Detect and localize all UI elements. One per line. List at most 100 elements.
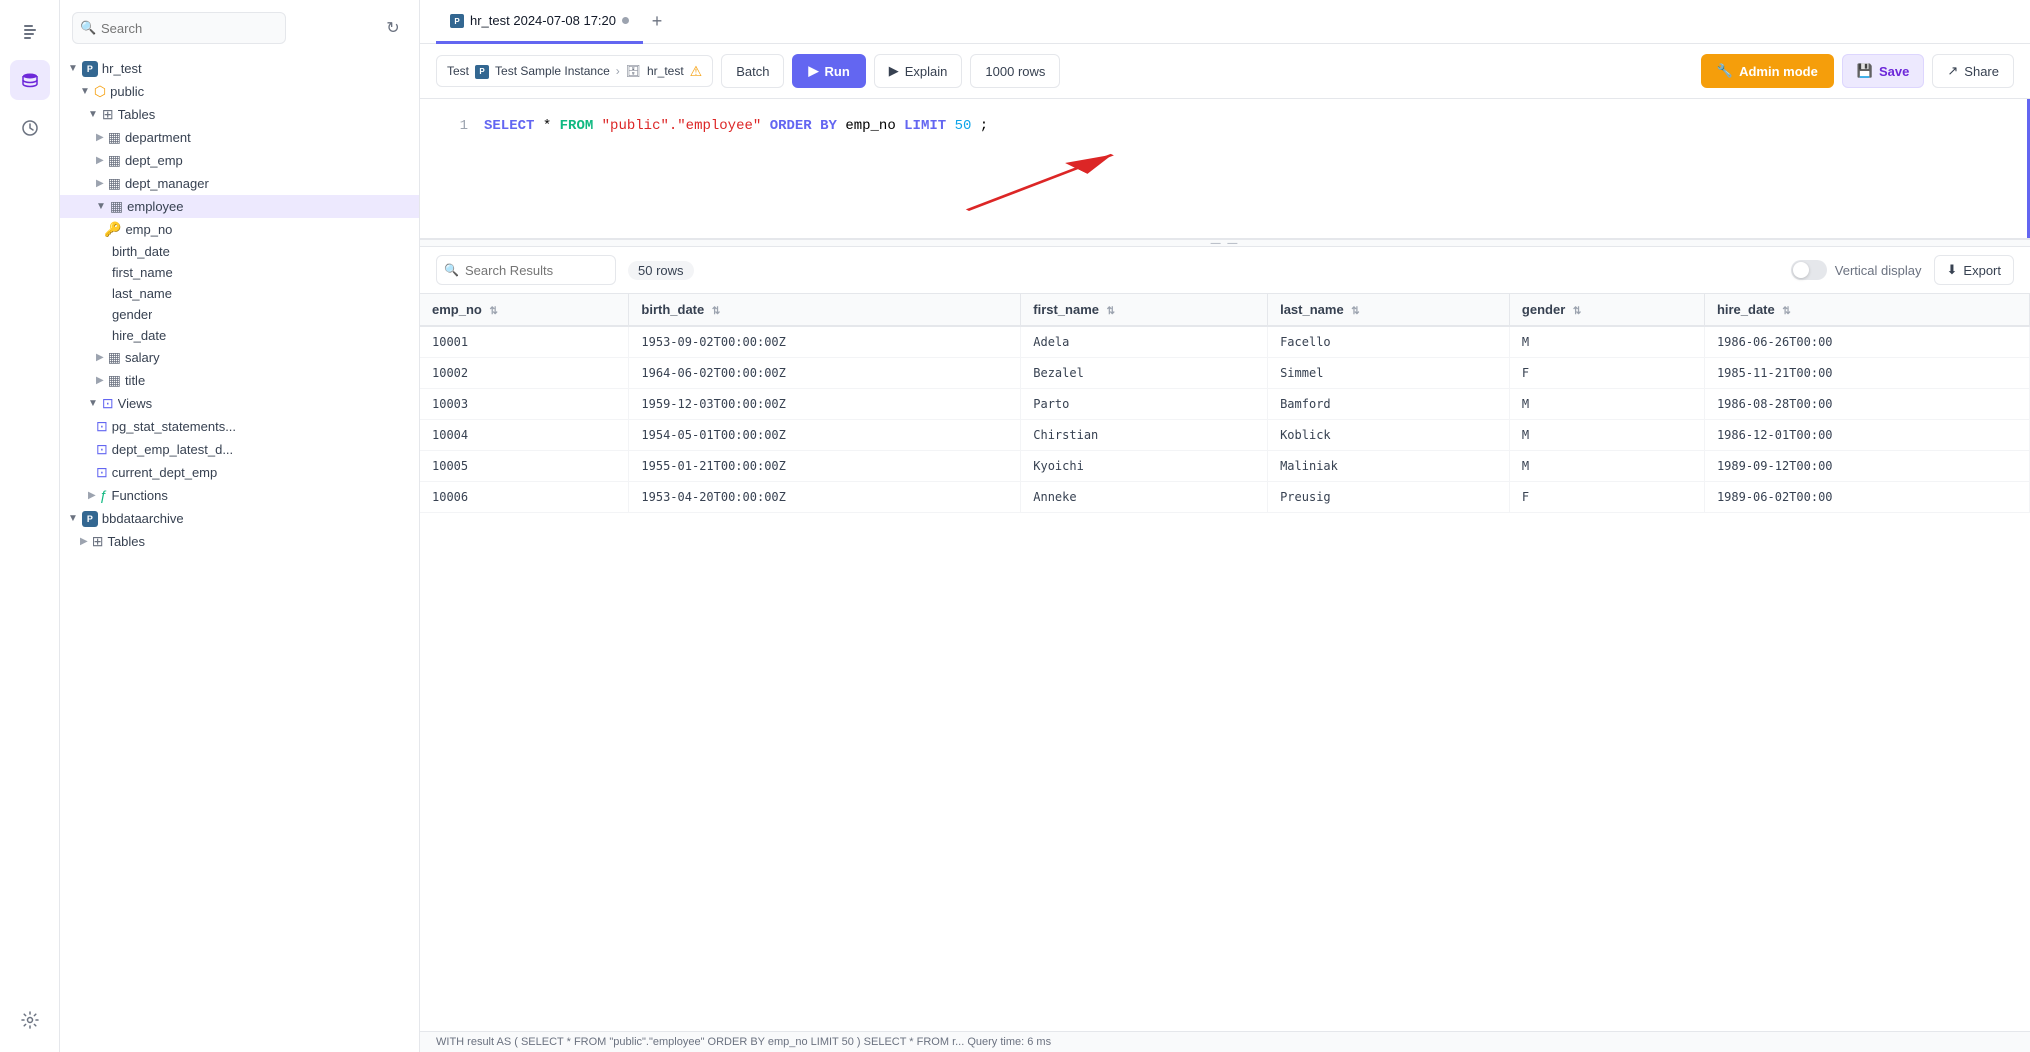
- connection-badge[interactable]: Test P Test Sample Instance › 🗄 hr_test …: [436, 55, 713, 87]
- tree-item-dept-emp[interactable]: ▶ ▦ dept_emp: [60, 149, 419, 172]
- tree-item-tables[interactable]: ▼ ⊞ Tables: [60, 103, 419, 126]
- table-row[interactable]: 100041954-05-01T00:00:00ZChirstianKoblic…: [420, 420, 2030, 451]
- tree-item-birth-date[interactable]: birth_date: [60, 241, 419, 262]
- tree-label-hr-test: hr_test: [102, 61, 142, 76]
- run-button[interactable]: ▶ Run: [792, 54, 865, 88]
- rows-button[interactable]: 1000 rows: [970, 54, 1060, 88]
- table-cell-birth_date: 1964-06-02T00:00:00Z: [629, 358, 1021, 389]
- tree-label-functions: Functions: [112, 488, 168, 503]
- batch-button[interactable]: Batch: [721, 54, 784, 88]
- tree-item-employee[interactable]: ▼ ▦ employee: [60, 195, 419, 218]
- tab-add-button[interactable]: +: [643, 8, 671, 36]
- tree-label-employee: employee: [127, 199, 183, 214]
- table-row[interactable]: 100031959-12-03T00:00:00ZPartoBamfordM19…: [420, 389, 2030, 420]
- view-icon: ⊡: [96, 464, 108, 481]
- tree-item-hr-test[interactable]: ▼ P hr_test: [60, 56, 419, 80]
- save-button[interactable]: 💾 Save: [1842, 54, 1925, 88]
- tree-item-functions[interactable]: ▶ ƒ Functions: [60, 484, 419, 506]
- tree-label-first-name: first_name: [112, 265, 173, 280]
- tab-hr-test[interactable]: P hr_test 2024-07-08 17:20: [436, 0, 643, 44]
- table-row[interactable]: 100021964-06-02T00:00:00ZBezalelSimmelF1…: [420, 358, 2030, 389]
- pg-tab-icon: P: [450, 12, 464, 29]
- tab-label: hr_test 2024-07-08 17:20: [470, 13, 616, 28]
- chevron-down-icon: ▼: [68, 63, 78, 74]
- search-icon: 🔍: [80, 20, 96, 36]
- col-first-name[interactable]: first_name ⇅: [1021, 294, 1268, 326]
- view-folder-icon: ⊡: [102, 395, 114, 412]
- tree-item-pg-stat[interactable]: ⊡ pg_stat_statements...: [60, 415, 419, 438]
- results-table-wrap[interactable]: emp_no ⇅ birth_date ⇅ first_name ⇅ las: [420, 294, 2030, 1031]
- table-icon: ▦: [108, 152, 121, 169]
- chevron-right-icon: ▶: [96, 132, 104, 143]
- tree-item-tables-2[interactable]: ▶ ⊞ Tables: [60, 530, 419, 553]
- tree-label-dept-emp: dept_emp: [125, 153, 183, 168]
- results-area: 🔍 50 rows Vertical display ⬇ Export: [420, 247, 2030, 1052]
- database-icon: P: [82, 59, 98, 77]
- tree-item-current-dept-emp[interactable]: ⊡ current_dept_emp: [60, 461, 419, 484]
- tree-item-views[interactable]: ▼ ⊡ Views: [60, 392, 419, 415]
- tree-item-last-name[interactable]: last_name: [60, 283, 419, 304]
- export-button[interactable]: ⬇ Export: [1934, 255, 2014, 285]
- tree-panel: 🔍 ↻ ▼ P hr_test ▼ ⬡ public ▼ ⊞ Tables: [60, 0, 420, 1052]
- table-cell-last_name: Preusig: [1268, 482, 1510, 513]
- table-cell-hire_date: 1986-08-28T00:00: [1704, 389, 2029, 420]
- sidebar-icon-pages[interactable]: [10, 12, 50, 52]
- status-text: WITH result AS ( SELECT * FROM "public".…: [436, 1036, 1051, 1048]
- chevron-down-icon: ▼: [88, 109, 98, 120]
- table-row[interactable]: 100011953-09-02T00:00:00ZAdelaFacelloM19…: [420, 326, 2030, 358]
- tree-item-public[interactable]: ▼ ⬡ public: [60, 80, 419, 103]
- tree-item-department[interactable]: ▶ ▦ department: [60, 126, 419, 149]
- play-sm-icon: ▶: [889, 63, 899, 79]
- col-emp-no[interactable]: emp_no ⇅: [420, 294, 629, 326]
- chevron-down-icon: ▼: [68, 513, 78, 524]
- sort-icon: ⇅: [712, 306, 720, 317]
- admin-mode-button[interactable]: 🔧 Admin mode: [1701, 54, 1834, 88]
- col-hire-date[interactable]: hire_date ⇅: [1704, 294, 2029, 326]
- vertical-display-toggle[interactable]: [1791, 260, 1827, 280]
- table-icon: ▦: [110, 198, 123, 215]
- sidebar-icon-settings[interactable]: [10, 1000, 50, 1040]
- editor-area[interactable]: 1 SELECT * FROM "public"."employee" ORDE…: [420, 99, 2030, 239]
- refresh-button[interactable]: ↻: [379, 14, 407, 42]
- toggle-knob: [1793, 262, 1809, 278]
- table-cell-gender: M: [1509, 389, 1704, 420]
- tree-label-current-dept-emp: current_dept_emp: [112, 465, 218, 480]
- sidebar-icon-history[interactable]: [10, 108, 50, 148]
- status-bar: WITH result AS ( SELECT * FROM "public".…: [420, 1031, 2030, 1052]
- sort-icon: ⇅: [1107, 306, 1115, 317]
- db-icon: 🗄: [626, 64, 641, 78]
- tree-item-first-name[interactable]: first_name: [60, 262, 419, 283]
- share-button[interactable]: ↗ Share: [1932, 54, 2014, 88]
- tree-item-salary[interactable]: ▶ ▦ salary: [60, 346, 419, 369]
- tree-item-dept-emp-latest[interactable]: ⊡ dept_emp_latest_d...: [60, 438, 419, 461]
- vertical-display-wrap: Vertical display: [1791, 260, 1922, 280]
- database-icon: P: [82, 509, 98, 527]
- table-icon: ▦: [108, 349, 121, 366]
- tree-item-gender[interactable]: gender: [60, 304, 419, 325]
- vertical-display-label: Vertical display: [1835, 263, 1922, 278]
- tab-bar: P hr_test 2024-07-08 17:20 +: [420, 0, 2030, 44]
- col-gender[interactable]: gender ⇅: [1509, 294, 1704, 326]
- explain-button[interactable]: ▶ Explain: [874, 54, 963, 88]
- sidebar-icon-database[interactable]: [10, 60, 50, 100]
- tree-item-hire-date[interactable]: hire_date: [60, 325, 419, 346]
- kw-order: ORDER BY: [770, 118, 837, 134]
- tree-label-hire-date: hire_date: [112, 328, 166, 343]
- table-row[interactable]: 100051955-01-21T00:00:00ZKyoichiMaliniak…: [420, 451, 2030, 482]
- chevron-down-icon: ▼: [88, 398, 98, 409]
- tree-label-tables-2: Tables: [107, 534, 145, 549]
- tree-item-dept-manager[interactable]: ▶ ▦ dept_manager: [60, 172, 419, 195]
- tree-item-title[interactable]: ▶ ▦ title: [60, 369, 419, 392]
- table-cell-birth_date: 1959-12-03T00:00:00Z: [629, 389, 1021, 420]
- table-row[interactable]: 100061953-04-20T00:00:00ZAnnekePreusigF1…: [420, 482, 2030, 513]
- table-cell-gender: M: [1509, 420, 1704, 451]
- col-birth-date[interactable]: birth_date ⇅: [629, 294, 1021, 326]
- tree-item-bbdataarchive[interactable]: ▼ P bbdataarchive: [60, 506, 419, 530]
- col-last-name[interactable]: last_name ⇅: [1268, 294, 1510, 326]
- tree-search-input[interactable]: [72, 12, 286, 44]
- tree-item-emp-no[interactable]: 🔑 emp_no: [60, 218, 419, 241]
- resize-handle[interactable]: — —: [420, 239, 2030, 247]
- table-cell-birth_date: 1953-09-02T00:00:00Z: [629, 326, 1021, 358]
- results-search-input[interactable]: [436, 255, 616, 285]
- chevron-down-icon: ▼: [80, 86, 90, 97]
